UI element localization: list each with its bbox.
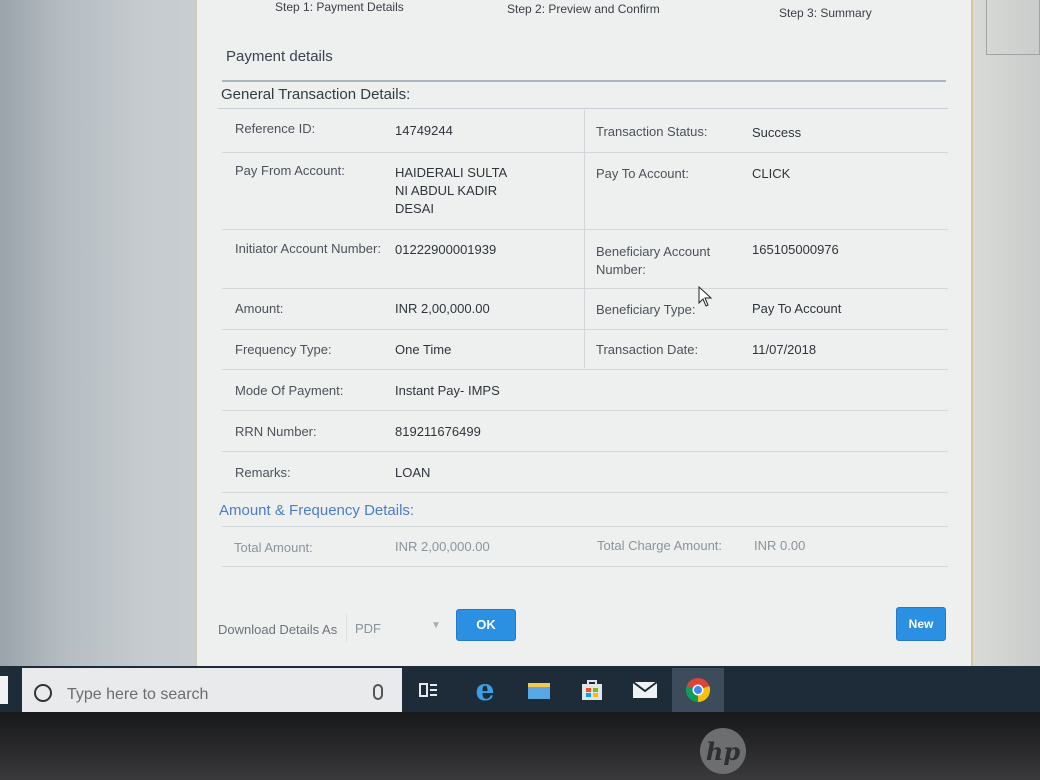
chevron-down-icon: ▼: [431, 620, 441, 631]
label-total-amount: Total Amount:: [234, 540, 313, 555]
start-button[interactable]: [0, 676, 8, 704]
mouse-cursor-icon: [698, 286, 713, 307]
row-divider: [222, 492, 948, 493]
divider: [218, 108, 948, 109]
value-frequency-type: One Time: [395, 342, 452, 357]
value-beneficiary-account-number: 165105000976: [752, 242, 839, 257]
label-frequency-type: Frequency Type:: [235, 342, 332, 357]
row-divider: [222, 410, 948, 411]
hp-logo: hp: [700, 728, 746, 774]
store-icon[interactable]: [575, 674, 609, 706]
value-rrn-number: 819211676499: [395, 424, 481, 439]
label-transaction-status: Transaction Status:: [596, 124, 708, 139]
microphone-icon[interactable]: [373, 684, 383, 700]
beneficiary-label-line-2: Number:: [596, 262, 646, 277]
download-label: Download Details As: [218, 622, 338, 637]
section-heading-amount-frequency: Amount & Frequency Details:: [219, 502, 415, 519]
page-title: Payment details: [226, 48, 333, 65]
pay-from-line-2: NI ABDUL KADIR: [395, 183, 498, 198]
download-format-select[interactable]: PDF ▼: [346, 614, 447, 642]
row-divider: [222, 526, 948, 527]
label-mode-of-payment: Mode Of Payment:: [235, 383, 344, 398]
laptop-bezel: [0, 712, 1040, 780]
pay-from-line-3: DESAI: [395, 201, 435, 216]
label-reference-id: Reference ID:: [235, 121, 316, 136]
taskbar-search-input[interactable]: Type here to search: [67, 686, 208, 704]
chrome-icon[interactable]: [681, 674, 715, 706]
label-remarks: Remarks:: [235, 465, 291, 480]
file-explorer-icon[interactable]: [522, 674, 556, 706]
step-2[interactable]: Step 2: Preview and Confirm: [507, 2, 660, 16]
row-divider: [222, 229, 948, 230]
task-view-icon[interactable]: [412, 674, 446, 706]
label-transaction-date: Transaction Date:: [596, 342, 699, 357]
value-mode-of-payment: Instant Pay- IMPS: [395, 383, 500, 398]
row-divider: [222, 451, 948, 452]
value-reference-id: 14749244: [395, 123, 453, 138]
row-divider: [222, 566, 948, 567]
value-transaction-status: Success: [752, 125, 802, 140]
value-total-charge-amount: INR 0.00: [754, 538, 806, 553]
right-pane-box: [986, 0, 1040, 55]
row-divider: [222, 369, 948, 370]
row-divider: [222, 329, 948, 330]
value-initiator-account-number: 01222900001939: [395, 242, 497, 257]
row-divider: [222, 288, 948, 289]
label-total-charge-amount: Total Charge Amount:: [597, 538, 723, 553]
value-remarks: LOAN: [395, 465, 431, 480]
new-button[interactable]: New: [896, 607, 946, 641]
divider: [222, 80, 946, 82]
label-beneficiary-account-number: Beneficiary Account Number:: [596, 243, 710, 279]
ok-button[interactable]: OK: [456, 609, 516, 641]
section-heading-general: General Transaction Details:: [221, 86, 411, 103]
label-amount: Amount:: [235, 301, 284, 316]
label-initiator-account-number: Initiator Account Number:: [235, 241, 381, 256]
mail-icon[interactable]: [628, 674, 662, 706]
value-pay-from-account: HAIDERALI SULTA NI ABDUL KADIR DESAI: [395, 164, 507, 218]
step-1[interactable]: Step 1: Payment Details: [275, 0, 404, 14]
wizard-steps: Step 1: Payment Details Step 2: Preview …: [196, 0, 970, 26]
value-pay-to-account: CLICK: [752, 166, 791, 181]
step-3[interactable]: Step 3: Summary: [779, 6, 872, 20]
row-divider: [222, 152, 948, 153]
edge-icon[interactable]: e: [468, 673, 502, 708]
download-format-value: PDF: [355, 621, 381, 636]
label-beneficiary-type: Beneficiary Type:: [596, 302, 696, 317]
value-beneficiary-type: Pay To Account: [752, 301, 842, 316]
label-pay-to-account: Pay To Account:: [596, 166, 689, 181]
value-transaction-date: 11/07/2018: [752, 342, 817, 357]
cortana-icon[interactable]: [34, 684, 52, 702]
beneficiary-label-line-1: Beneficiary Account: [596, 244, 711, 259]
label-pay-from-account: Pay From Account:: [235, 163, 345, 178]
pay-from-line-1: HAIDERALI SULTA: [395, 165, 508, 180]
value-total-amount: INR 2,00,000.00: [395, 539, 490, 554]
right-pane: [972, 0, 1040, 668]
label-rrn-number: RRN Number:: [235, 424, 317, 439]
value-amount: INR 2,00,000.00: [395, 301, 490, 316]
